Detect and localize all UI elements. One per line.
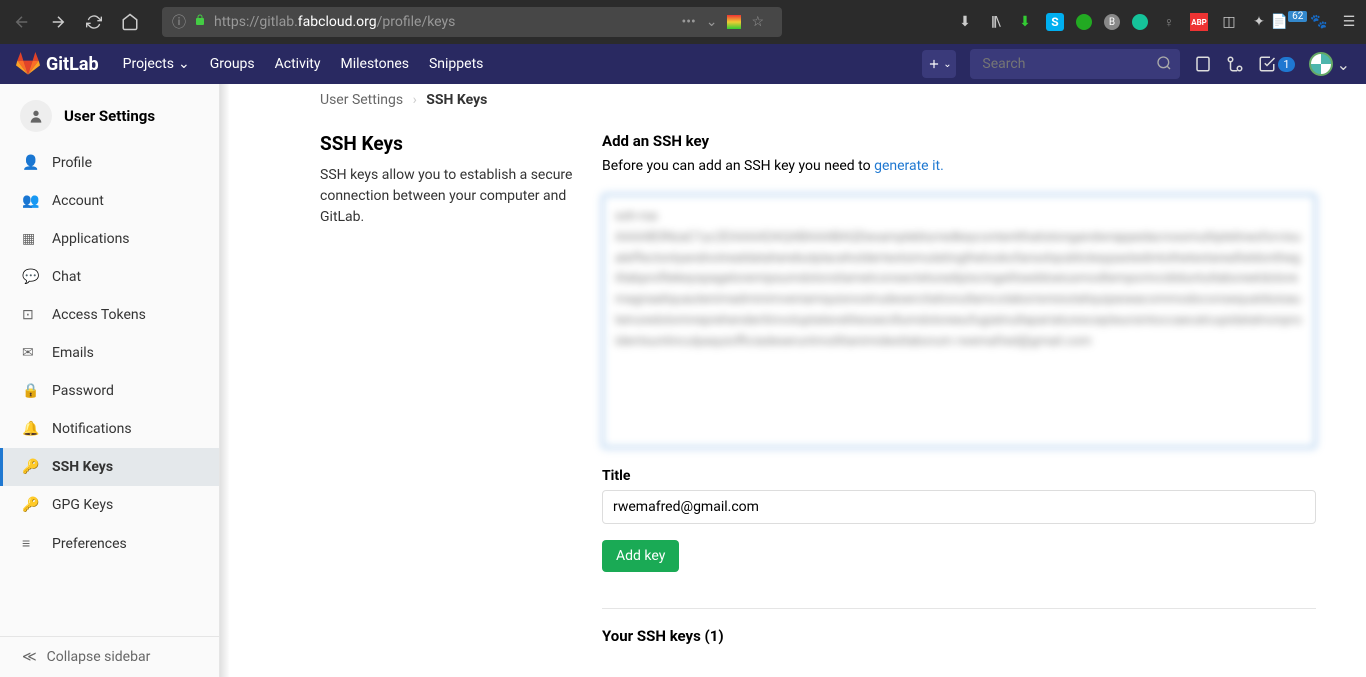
ext-icon-1[interactable]: ⬇ <box>1016 13 1034 31</box>
breadcrumb: User Settings › SSH Keys <box>320 92 1316 108</box>
sidebar-item-profile[interactable]: 👤Profile <box>0 144 219 182</box>
title-label: Title <box>602 468 1316 484</box>
sidebar-item-preferences[interactable]: ≡Preferences <box>0 524 219 563</box>
sidebar-item-account[interactable]: 👥Account <box>0 182 219 220</box>
ext-icon-10[interactable]: 🐾 <box>1310 13 1328 31</box>
ext-abp-icon[interactable]: ABP <box>1190 13 1208 31</box>
sidebar-title: User Settings <box>0 84 219 144</box>
token-icon: ⊡ <box>22 307 38 323</box>
section-desc: SSH keys allow you to establish a secure… <box>320 165 580 228</box>
chevron-down-icon: ⌄ <box>1337 55 1350 74</box>
gitlab-brand: GitLab <box>46 54 99 75</box>
section-title: SSH Keys <box>320 132 580 155</box>
title-input[interactable] <box>602 490 1316 524</box>
breadcrumb-parent[interactable]: User Settings <box>320 92 403 108</box>
search-input[interactable] <box>970 49 1180 79</box>
ext-skype-icon[interactable]: S <box>1046 13 1064 31</box>
nav-projects[interactable]: Projects ⌄ <box>123 56 190 72</box>
library-icon[interactable]: |||\ <box>986 13 1004 31</box>
merge-requests-icon[interactable] <box>1226 55 1244 73</box>
sidebar-item-chat[interactable]: 💬Chat <box>0 258 219 296</box>
download-icon[interactable]: ⬇ <box>956 13 974 31</box>
sidebar-item-access-tokens[interactable]: ⊡Access Tokens <box>0 296 219 334</box>
shield-icon[interactable] <box>727 15 741 29</box>
ext-icon-8[interactable]: ✦ <box>1250 13 1268 31</box>
gitlab-logo[interactable]: GitLab <box>16 52 99 76</box>
issues-icon[interactable] <box>1194 55 1212 73</box>
your-keys-heading: Your SSH keys (1) <box>602 608 1316 645</box>
account-icon: 👥 <box>22 193 38 209</box>
nav-milestones[interactable]: Milestones <box>340 56 409 72</box>
breadcrumb-current: SSH Keys <box>426 92 487 108</box>
chevron-down-icon: ⌄ <box>943 59 951 70</box>
sidebar-item-password[interactable]: 🔒Password <box>0 372 219 410</box>
add-key-title: Add an SSH key <box>602 132 1316 150</box>
new-button[interactable]: ⌄ <box>922 50 956 78</box>
sidebar-item-ssh-keys[interactable]: 🔑SSH Keys <box>0 448 219 486</box>
ext-icon-9[interactable]: 📄62 <box>1280 13 1298 31</box>
profile-icon: 👤 <box>22 155 38 171</box>
gitlab-logo-icon <box>16 52 40 76</box>
search-icon <box>1156 55 1172 75</box>
reload-button[interactable] <box>80 8 108 36</box>
more-icon[interactable]: ••• <box>682 14 696 30</box>
user-icon <box>20 100 52 132</box>
key-icon: 🔑 <box>22 459 38 475</box>
lock-icon: 🔒 <box>22 383 38 399</box>
url-bar[interactable]: ⓘ https://gitlab.fabcloud.org/profile/ke… <box>162 7 782 37</box>
back-button[interactable] <box>8 8 36 36</box>
sidebar-item-applications[interactable]: ▦Applications <box>0 220 219 258</box>
content: User Settings › SSH Keys SSH Keys SSH ke… <box>220 84 1366 677</box>
sidebar-item-notifications[interactable]: 🔔Notifications <box>0 410 219 448</box>
todo-badge: 1 <box>1278 57 1294 72</box>
nav-groups[interactable]: Groups <box>210 56 255 72</box>
chat-icon: 💬 <box>22 269 38 285</box>
ext-icon-4[interactable]: B <box>1104 14 1120 30</box>
nav-snippets[interactable]: Snippets <box>429 56 483 72</box>
forward-button[interactable] <box>44 8 72 36</box>
add-key-button[interactable]: Add key <box>602 540 679 572</box>
ext-icon-6[interactable]: ♀ <box>1160 13 1178 31</box>
generate-link[interactable]: generate it. <box>874 158 944 174</box>
key-icon: 🔑 <box>22 497 38 513</box>
chevron-down-icon: ⌄ <box>178 56 190 72</box>
menu-icon[interactable]: ☰ <box>1340 13 1358 31</box>
email-icon: ✉ <box>22 345 38 361</box>
sidebar-item-gpg-keys[interactable]: 🔑GPG Keys <box>0 486 219 524</box>
info-icon: ⓘ <box>172 12 186 32</box>
ext-grammarly-icon[interactable] <box>1132 14 1148 30</box>
bell-icon: 🔔 <box>22 421 38 437</box>
collapse-sidebar[interactable]: ≪ Collapse sidebar <box>0 636 219 677</box>
todos-icon[interactable]: 1 <box>1258 55 1294 73</box>
key-textarea[interactable]: ssh-rsa AAAAB3NzaC1yc2EAAAADAQABAAABAQDe… <box>602 194 1316 448</box>
user-menu[interactable]: ⌄ <box>1309 52 1350 76</box>
sidebar-item-emails[interactable]: ✉Emails <box>0 334 219 372</box>
add-key-hint: Before you can add an SSH key you need t… <box>602 158 1316 174</box>
collapse-icon: ≪ <box>22 649 37 665</box>
prefs-icon: ≡ <box>22 535 38 552</box>
url-text: https://gitlab.fabcloud.org/profile/keys <box>214 14 682 30</box>
lock-icon <box>194 14 206 30</box>
apps-icon: ▦ <box>22 231 38 247</box>
ext-icon-3[interactable] <box>1076 14 1092 30</box>
avatar <box>1309 52 1333 76</box>
sidebar-icon[interactable]: ◫ <box>1220 13 1238 31</box>
home-button[interactable] <box>116 8 144 36</box>
pocket-icon[interactable]: ⌄ <box>706 14 718 30</box>
bookmark-icon[interactable]: ☆ <box>751 14 764 30</box>
sidebar: User Settings 👤Profile 👥Account ▦Applica… <box>0 84 220 677</box>
nav-activity[interactable]: Activity <box>275 56 321 72</box>
